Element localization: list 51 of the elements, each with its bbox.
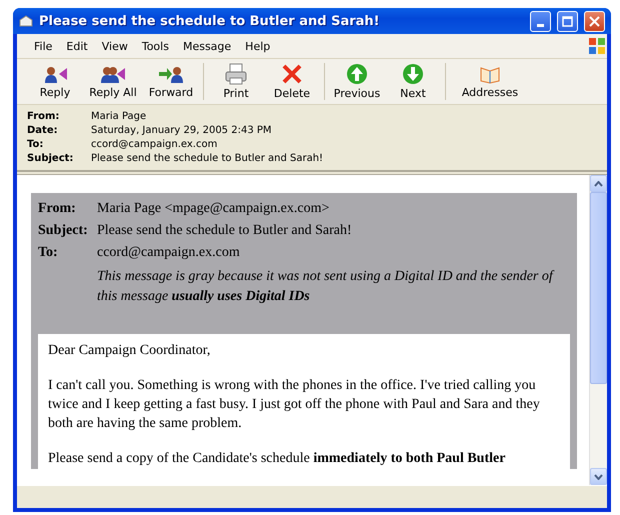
header-value: ccord@campaign.ex.com xyxy=(91,139,218,150)
body-paragraph: I can't call you. Something is wrong with the phones in the office. I've tried calling you twice and I keep getting a fast busy. I just got off the phone with Paul and Sara and they both are having the same problem. xyxy=(48,377,541,433)
toolbar-button[interactable]: Delete xyxy=(264,59,320,104)
chevron-up-icon xyxy=(594,180,603,186)
menu-item[interactable]: Edit xyxy=(59,40,95,52)
menu-item[interactable]: Tools xyxy=(134,40,176,52)
toolbar-button[interactable]: Addresses xyxy=(450,59,530,104)
close-button[interactable] xyxy=(584,10,605,32)
scroll-down-button[interactable] xyxy=(590,468,607,485)
menu-item[interactable]: View xyxy=(94,40,135,52)
body-paragraph: Please send a copy of the Candidate's schedule immediately to both Paul Butler xyxy=(48,450,506,468)
field-value: Please send the schedule to Butler and Sarah! xyxy=(97,223,353,239)
close-icon xyxy=(589,16,600,26)
reply-arrow-people-icon xyxy=(100,64,126,84)
header-value: Please send the schedule to Butler and Sarah! xyxy=(91,153,324,164)
security-notice: This message is gray because it was not sent using a Digital ID and the sender of this message usually uses Digital IDs xyxy=(97,268,556,306)
scroll-thumb[interactable] xyxy=(590,192,607,384)
menu-item[interactable]: Help xyxy=(238,40,278,52)
menu-item[interactable]: Message xyxy=(176,40,238,52)
minimize-icon xyxy=(537,24,544,26)
toolbar-button[interactable]: Reply xyxy=(27,59,83,104)
scroll-up-button[interactable] xyxy=(590,175,607,192)
delete-x-icon xyxy=(281,63,303,85)
window-title: Please send the schedule to Butler and Sarah! xyxy=(39,14,381,28)
header-label: Subject: xyxy=(27,153,74,164)
field-value: Maria Page <mpage@campaign.ex.com> xyxy=(97,201,330,217)
field-value: ccord@campaign.ex.com xyxy=(97,245,241,261)
toolbar-button[interactable]: Previous xyxy=(329,59,385,104)
field-label: Subject: xyxy=(38,223,89,239)
toolbar-button[interactable]: Print xyxy=(208,59,264,104)
toolbar-button[interactable]: Next xyxy=(385,59,441,104)
reply-arrow-person-icon xyxy=(42,64,68,84)
printer-icon xyxy=(224,63,248,85)
field-label: From: xyxy=(38,201,77,217)
maximize-icon xyxy=(562,16,573,26)
flag-logo-icon xyxy=(587,36,607,56)
toolbar-button[interactable]: Forward xyxy=(143,59,199,104)
chevron-down-icon xyxy=(594,474,603,480)
field-label: To: xyxy=(38,245,59,261)
minimize-button[interactable] xyxy=(530,10,551,32)
maximize-button[interactable] xyxy=(557,10,578,32)
header-label: To: xyxy=(27,139,44,150)
menu-item[interactable]: File xyxy=(27,40,60,52)
scrollbar[interactable] xyxy=(589,175,607,485)
header-label: From: xyxy=(27,111,60,122)
toolbar-button[interactable]: Reply All xyxy=(83,59,143,104)
body-paragraph: Dear Campaign Coordinator, xyxy=(48,342,212,360)
header-value: Saturday, January 29, 2005 2:43 PM xyxy=(91,125,273,136)
header-value: Maria Page xyxy=(91,111,148,122)
header-label: Date: xyxy=(27,125,59,136)
forward-arrow-person-icon xyxy=(158,64,184,84)
